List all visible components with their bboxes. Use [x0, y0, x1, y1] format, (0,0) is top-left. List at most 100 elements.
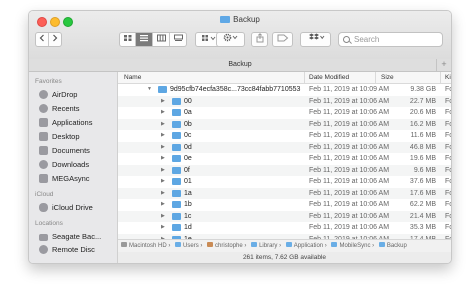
search-input[interactable]: Search: [338, 32, 443, 47]
path-bar: Macintosh HD › Users › christophe › Libr…: [118, 239, 451, 252]
table-row[interactable]: ▶ 00 Feb 11, 2019 at 10:06 AM 22.7 MB Fold: [118, 95, 451, 108]
table-row[interactable]: ▶ 1a Feb 11, 2019 at 10:06 AM 17.6 MB Fold: [118, 187, 451, 200]
row-size: 20.6 MB: [409, 109, 436, 116]
row-kind: Fold: [445, 132, 451, 139]
row-kind: Fold: [445, 120, 451, 128]
sidebar-item-documents[interactable]: Documents: [39, 145, 90, 156]
path-item[interactable]: Backup: [387, 243, 407, 249]
folder-icon: [331, 242, 338, 247]
row-size: 17.6 MB: [409, 189, 436, 197]
list-view-button[interactable]: [136, 33, 153, 46]
folder-icon: [378, 242, 385, 247]
sidebar-section-locations: Locations: [35, 220, 63, 227]
column-header-size[interactable]: Size: [381, 72, 394, 83]
disclosure-collapsed-icon[interactable]: ▶: [161, 176, 165, 188]
table-row[interactable]: ▶ 0e Feb 11, 2019 at 10:06 AM 19.6 MB Fold: [118, 153, 451, 165]
disclosure-collapsed-icon[interactable]: ▶: [161, 222, 165, 234]
sidebar-item-megasync[interactable]: MEGAsync: [39, 173, 90, 184]
column-divider[interactable]: [304, 72, 305, 83]
folder-icon: [172, 132, 181, 139]
row-kind: Fold: [445, 212, 451, 220]
back-button[interactable]: [37, 33, 49, 46]
action-menu-button[interactable]: [216, 32, 245, 47]
path-item[interactable]: Users: [183, 243, 199, 249]
row-name: 01: [184, 178, 192, 185]
home-icon: [207, 242, 214, 247]
back-forward-control: [35, 32, 62, 47]
table-row[interactable]: ▶ 0f Feb 11, 2019 at 10:06 AM 9.6 MB Fold: [118, 164, 451, 177]
table-row[interactable]: ▶ 0d Feb 11, 2019 at 10:06 AM 46.8 MB Fold: [118, 141, 451, 154]
disclosure-collapsed-icon[interactable]: ▶: [161, 107, 165, 119]
path-item[interactable]: Library: [259, 243, 277, 249]
table-row[interactable]: ▶ 0a Feb 11, 2019 at 10:06 AM 20.6 MB Fold: [118, 107, 451, 119]
row-size: 22.7 MB: [409, 97, 436, 105]
disclosure-expanded-icon[interactable]: ▼: [147, 84, 152, 96]
drive-icon: [39, 234, 48, 241]
table-row[interactable]: ▶ 01 Feb 11, 2019 at 10:06 AM 37.6 MB Fold: [118, 176, 451, 188]
disclosure-collapsed-icon[interactable]: ▶: [161, 96, 165, 108]
row-kind: Fold: [445, 143, 451, 151]
column-view-button[interactable]: [153, 33, 170, 46]
dropbox-button[interactable]: [300, 32, 331, 47]
sidebar-item-airdrop[interactable]: AirDrop: [39, 89, 77, 100]
disclosure-collapsed-icon[interactable]: ▶: [161, 142, 165, 154]
disclosure-collapsed-icon[interactable]: ▶: [161, 119, 165, 131]
cloud-folder-icon: [39, 174, 48, 183]
sidebar-item-applications[interactable]: Applications: [39, 117, 92, 128]
new-tab-button[interactable]: +: [436, 59, 451, 71]
table-row[interactable]: ▶ 1b Feb 11, 2019 at 10:06 AM 62.2 MB Fold: [118, 199, 451, 211]
sidebar-item-remote-disc[interactable]: Remote Disc: [39, 244, 95, 255]
row-kind: Fold: [445, 97, 451, 105]
disclosure-collapsed-icon[interactable]: ▶: [161, 165, 165, 177]
column-header-kind[interactable]: Kind: [445, 72, 451, 83]
icon-view-button[interactable]: [120, 33, 136, 46]
sidebar-item-recents[interactable]: Recents: [39, 103, 80, 114]
column-header-date[interactable]: Date Modified: [309, 72, 349, 83]
column-divider[interactable]: [375, 72, 376, 83]
tab-backup[interactable]: Backup: [228, 61, 251, 68]
row-date: Feb 11, 2019 at 10:06 AM: [309, 97, 390, 105]
sidebar-item-downloads[interactable]: Downloads: [39, 159, 89, 170]
table-row[interactable]: ▶ 1c Feb 11, 2019 at 10:06 AM 21.4 MB Fold: [118, 210, 451, 223]
path-item[interactable]: christophe: [215, 243, 243, 249]
path-item[interactable]: MobileSync: [339, 243, 370, 249]
column-divider[interactable]: [440, 72, 441, 83]
forward-button[interactable]: [49, 33, 61, 46]
disclosure-collapsed-icon[interactable]: ▶: [161, 211, 165, 223]
tag-icon: [277, 34, 288, 42]
sidebar-item-desktop[interactable]: Desktop: [39, 131, 80, 142]
grid-icon: [123, 35, 131, 41]
row-name: 0f: [184, 166, 190, 174]
table-row[interactable]: ▼ 9d95cfb74ecfa358c...73cc84fabb7710553 Fe…: [118, 84, 451, 96]
table-row[interactable]: ▶ 0c Feb 11, 2019 at 10:06 AM 11.6 MB Fold: [118, 130, 451, 142]
tags-button[interactable]: [272, 32, 293, 47]
sidebar-item-seagate[interactable]: Seagate Bac...: [39, 231, 101, 242]
row-kind: Fold: [445, 166, 451, 174]
disclosure-collapsed-icon[interactable]: ▶: [161, 199, 165, 211]
disclosure-collapsed-icon[interactable]: ▶: [161, 130, 165, 142]
path-item[interactable]: Application: [294, 243, 323, 249]
table-row[interactable]: ▶ 0b Feb 11, 2019 at 10:06 AM 16.2 MB Fold: [118, 118, 451, 131]
row-date: Feb 11, 2019 at 10:06 AM: [309, 178, 390, 185]
status-bar: 261 items, 7.62 GB available: [118, 252, 451, 263]
group-grid-icon: [201, 35, 215, 41]
share-button[interactable]: [251, 32, 268, 47]
clock-icon: [39, 104, 48, 113]
folder-icon: [285, 242, 292, 247]
row-kind: Fold: [445, 178, 451, 185]
drive-icon: [121, 242, 127, 247]
table-row[interactable]: ▶ 1d Feb 11, 2019 at 10:06 AM 35.3 MB Fold: [118, 222, 451, 234]
row-kind: Fold: [445, 86, 451, 93]
path-item[interactable]: Macintosh HD: [129, 243, 167, 249]
disclosure-collapsed-icon[interactable]: ▶: [161, 188, 165, 200]
gallery-view-button[interactable]: [170, 33, 186, 46]
row-size: 37.6 MB: [409, 178, 436, 185]
sidebar-item-icloud-drive[interactable]: iCloud Drive: [39, 202, 93, 213]
disclosure-collapsed-icon[interactable]: ▶: [161, 153, 165, 165]
share-icon: [256, 33, 263, 43]
row-date: Feb 11, 2019 at 10:06 AM: [309, 212, 390, 220]
column-header-name[interactable]: Name: [124, 72, 141, 83]
row-size: 21.4 MB: [409, 212, 436, 220]
folder-icon: [251, 242, 258, 247]
row-size: 11.6 MB: [410, 132, 436, 139]
